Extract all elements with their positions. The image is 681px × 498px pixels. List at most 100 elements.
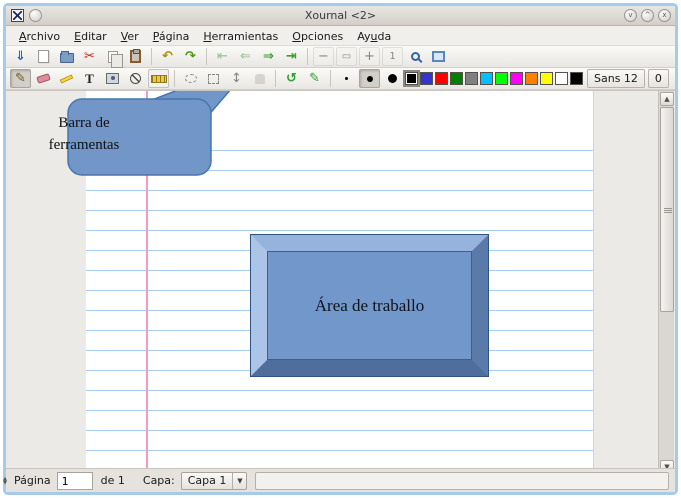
page-number-input[interactable] (56, 471, 93, 490)
color-white-swatch[interactable] (555, 72, 568, 85)
page-spinner-arrows[interactable]: ▲ ▼ (0, 472, 10, 490)
redo-button[interactable]: ↷ (180, 47, 201, 66)
menu-herramientas[interactable]: Herramientas (196, 28, 285, 45)
set-zoom-button[interactable] (405, 47, 426, 66)
menu-archivo[interactable]: Archivo (12, 28, 67, 45)
paste-button[interactable] (125, 47, 146, 66)
zoom-fit-width-icon: ▭ (341, 50, 352, 62)
color-lightgreen-swatch[interactable] (495, 72, 508, 85)
maximize-button[interactable]: ^ (641, 9, 654, 22)
separator (206, 48, 207, 65)
redo-icon: ↷ (185, 49, 196, 64)
pen-icon: ✎ (15, 71, 26, 86)
hand-tool-button[interactable] (249, 69, 270, 88)
zoom-100-icon: 1 (389, 50, 396, 62)
menu-editar[interactable]: Editar (67, 28, 114, 45)
pen-size-fine-button[interactable] (336, 69, 357, 88)
page-count-label: de 1 (100, 474, 125, 487)
save-button[interactable]: ⇓ (10, 47, 31, 66)
extra-zero-button[interactable]: 0 (647, 69, 669, 88)
zoom-100-button[interactable]: 1 (382, 47, 403, 66)
zoom-fit-width-button[interactable]: ▭ (336, 47, 357, 66)
default-tool-button[interactable]: ↺ (281, 69, 302, 88)
layer-label: Capa: (142, 474, 175, 487)
menu-ver[interactable]: Ver (114, 28, 146, 45)
first-page-icon: ⇤ (217, 49, 228, 64)
default-tool-icon: ↺ (286, 71, 297, 86)
window-title: Xournal <2> (304, 9, 377, 22)
canvas-area: Área de traballo Barra de ferramentas ▲ … (6, 90, 675, 474)
last-page-button[interactable]: ⇥ (281, 47, 302, 66)
color-red-swatch[interactable] (435, 72, 448, 85)
menu-ayuda[interactable]: Ayuda (350, 28, 398, 45)
select-rectangle-icon (208, 73, 219, 84)
color-chooser-swatch[interactable] (570, 72, 583, 85)
next-page-button[interactable]: ⇒ (258, 47, 279, 66)
scroll-up-arrow-icon[interactable]: ▲ (660, 92, 674, 106)
separator (307, 48, 308, 65)
shape-recognizer-button[interactable] (125, 69, 146, 88)
ruler-button[interactable] (148, 69, 169, 88)
scrollbar-grip (664, 207, 672, 213)
eraser-icon (36, 73, 51, 84)
ruler-icon (150, 74, 167, 83)
text-tool-icon: T (85, 71, 94, 86)
fine-dot-icon (345, 77, 348, 80)
zoom-out-button[interactable]: − (313, 47, 334, 66)
menu-pagina[interactable]: Página (146, 28, 197, 45)
image-button[interactable] (102, 69, 123, 88)
set-default-button[interactable]: ✎ (304, 69, 325, 88)
font-button[interactable]: Sans 12 (587, 69, 645, 88)
fullscreen-icon (432, 51, 445, 62)
fullscreen-button[interactable] (428, 47, 449, 66)
previous-page-button[interactable]: ⇐ (235, 47, 256, 66)
tools-toolbar: ✎ T ↕ ↺ ✎ Sans 12 0 (6, 68, 675, 90)
color-black-swatch[interactable] (403, 70, 420, 87)
open-folder-icon (59, 50, 74, 63)
scrollbar-thumb[interactable] (660, 107, 674, 312)
undo-button[interactable]: ↶ (157, 47, 178, 66)
vertical-space-icon: ↕ (231, 71, 242, 86)
separator (275, 70, 276, 87)
highlighter-button[interactable] (56, 69, 77, 88)
color-magenta-swatch[interactable] (510, 72, 523, 85)
layer-dropdown[interactable]: Capa 1 ▼ (180, 471, 248, 490)
new-page-button[interactable] (33, 47, 54, 66)
thick-dot-icon (388, 74, 397, 83)
select-rectangle-button[interactable] (203, 69, 224, 88)
color-green-swatch[interactable] (450, 72, 463, 85)
copy-icon (107, 50, 123, 68)
select-region-button[interactable] (180, 69, 201, 88)
dropdown-arrow-icon: ▼ (232, 472, 246, 489)
medium-dot-icon (366, 75, 373, 82)
vertical-scrollbar[interactable]: ▲ ▼ (658, 91, 674, 474)
first-page-button[interactable]: ⇤ (212, 47, 233, 66)
workarea-label: Área de traballo (267, 251, 472, 360)
main-toolbar: ⇓ ✂ ↶ ↷ ⇤ ⇐ ⇒ ⇥ − ▭ + 1 (6, 46, 675, 68)
zoom-in-button[interactable]: + (359, 47, 380, 66)
cut-button[interactable]: ✂ (79, 47, 100, 66)
status-bar: Página ▲▼ de 1 Capa: Capa 1 ▼ (3, 468, 675, 492)
title-bar[interactable]: Xournal <2> v ^ x (6, 6, 675, 26)
pen-button[interactable]: ✎ (10, 69, 31, 88)
color-blue-swatch[interactable] (420, 72, 433, 85)
text-button[interactable]: T (79, 69, 100, 88)
close-button[interactable]: x (658, 9, 671, 22)
menu-opciones[interactable]: Opciones (285, 28, 350, 45)
pen-size-medium-button[interactable] (359, 69, 380, 88)
next-page-icon: ⇒ (263, 49, 274, 64)
copy-button[interactable] (102, 47, 123, 68)
shade-button[interactable]: v (624, 9, 637, 22)
color-yellow-swatch[interactable] (540, 72, 553, 85)
color-orange-swatch[interactable] (525, 72, 538, 85)
color-lightblue-swatch[interactable] (480, 72, 493, 85)
color-gray-swatch[interactable] (465, 72, 478, 85)
eraser-button[interactable] (33, 69, 54, 88)
xournal-window: Xournal <2> v ^ x Archivo Editar Ver Pág… (3, 3, 678, 495)
pen-size-thick-button[interactable] (382, 69, 403, 88)
open-button[interactable] (56, 47, 77, 66)
shape-recognizer-icon (130, 73, 141, 84)
vertical-space-button[interactable]: ↕ (226, 69, 247, 88)
workarea-box: Área de traballo (250, 234, 489, 377)
undo-icon: ↶ (162, 49, 173, 64)
